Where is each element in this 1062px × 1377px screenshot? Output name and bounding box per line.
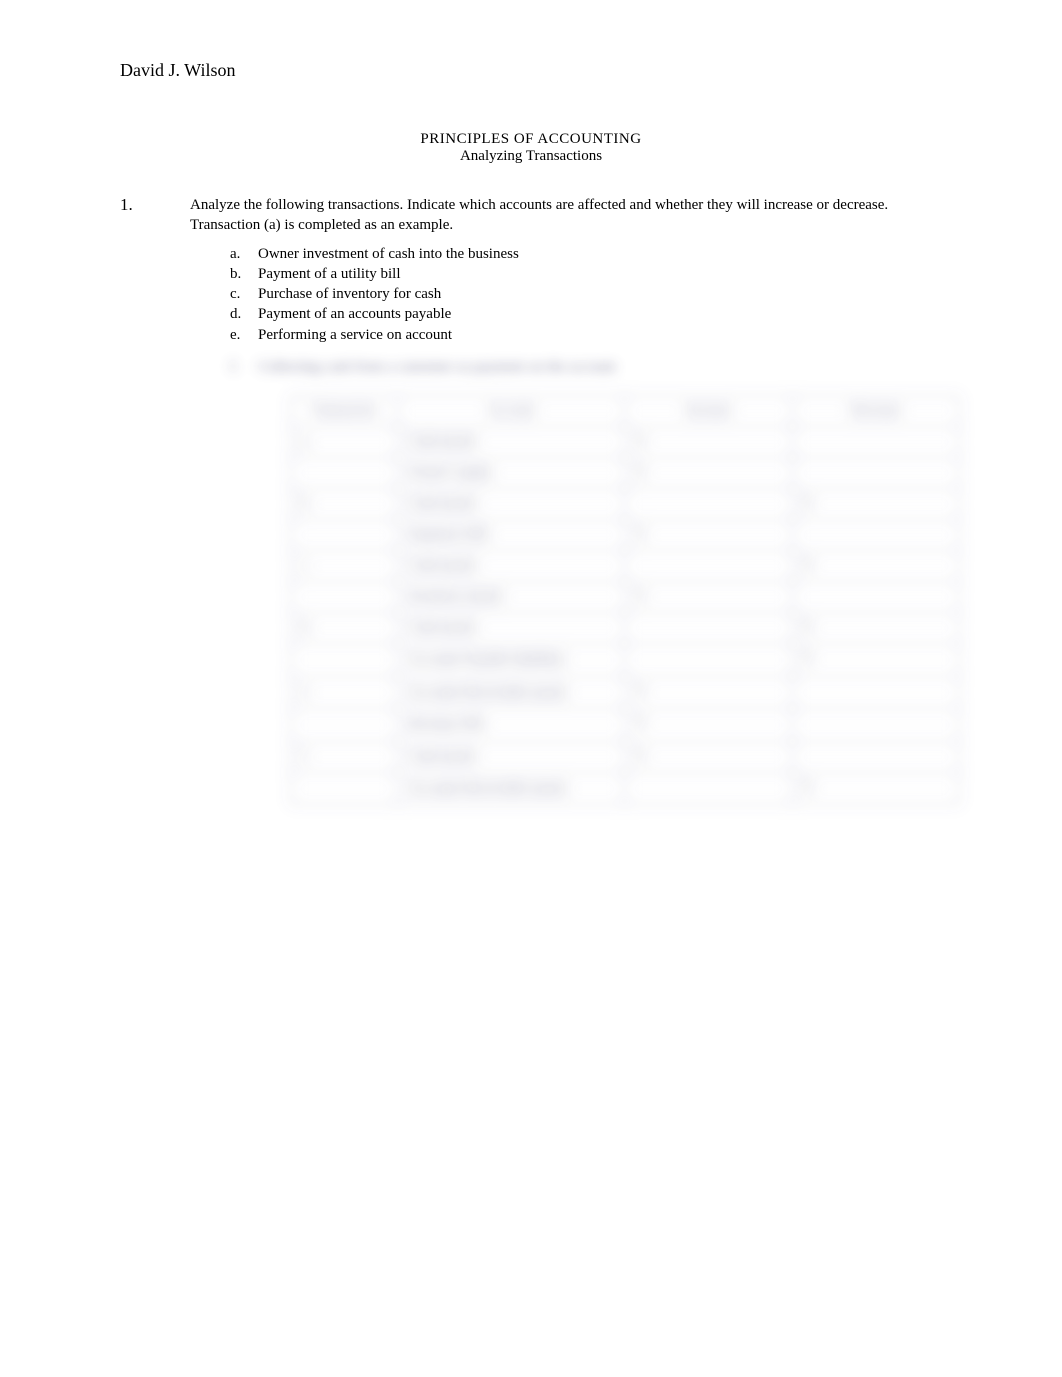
cell-increase: [625, 551, 792, 582]
sub-item-b: b. Payment of a utility bill: [230, 264, 942, 284]
cell-transaction: a.: [291, 427, 398, 458]
sub-item-a: a. Owner investment of cash into the bus…: [230, 244, 942, 264]
col-header-account: Account: [398, 396, 625, 427]
transactions-table-wrap: Transaction Account Increase Decrease a.…: [290, 395, 960, 805]
author-name: David J. Wilson: [120, 60, 942, 81]
sub-item-letter: e.: [230, 325, 258, 345]
cell-transaction: [291, 520, 398, 551]
sub-item-letter: d.: [230, 304, 258, 324]
table-row: f. Cash (asset) X: [291, 741, 960, 772]
sub-item-text: Owner investment of cash into the busine…: [258, 244, 519, 264]
cell-account: Cash (asset): [398, 741, 625, 772]
sub-item-text: Purchase of inventory for cash: [258, 284, 441, 304]
sub-item-f-blurred: f. Collecting cash from a customer as pa…: [230, 357, 942, 377]
table-row: Accounts Receivable (asset) X: [291, 772, 960, 805]
cell-increase: X: [625, 427, 792, 458]
title-line-2: Analyzing Transactions: [120, 148, 942, 165]
table-row: Inventory (asset) X: [291, 582, 960, 613]
cell-increase: [625, 489, 792, 520]
cell-account: Accounts Payable (liability): [398, 644, 625, 677]
cell-increase: X: [625, 676, 792, 709]
cell-decrease: X: [792, 551, 959, 582]
cell-decrease: X: [792, 489, 959, 520]
cell-transaction: d.: [291, 613, 398, 644]
col-header-decrease: Decrease: [792, 396, 959, 427]
table-row: Expenses (NI) X: [291, 520, 960, 551]
cell-decrease: [792, 458, 959, 489]
cell-decrease: [792, 427, 959, 458]
col-header-transaction: Transaction: [291, 396, 398, 427]
cell-account: Cash (asset): [398, 489, 625, 520]
cell-increase: [625, 613, 792, 644]
cell-decrease: [792, 520, 959, 551]
cell-transaction: e.: [291, 676, 398, 709]
cell-transaction: [291, 458, 398, 489]
cell-transaction: [291, 772, 398, 805]
cell-account: Expenses (NI): [398, 520, 625, 551]
document-title-block: PRINCIPLES OF ACCOUNTING Analyzing Trans…: [120, 131, 942, 165]
cell-decrease: X: [792, 644, 959, 677]
cell-account: Accounts Receivable (asset): [398, 676, 625, 709]
sub-item-text: Payment of a utility bill: [258, 264, 401, 284]
cell-account: Owner's equity: [398, 458, 625, 489]
table-row: b. Cash (asset) X: [291, 489, 960, 520]
question-prompt: Analyze the following transactions. Indi…: [190, 195, 942, 236]
cell-account: Inventory (asset): [398, 582, 625, 613]
table-row: Accounts Payable (liability) X: [291, 644, 960, 677]
table-row: Owner's equity X: [291, 458, 960, 489]
cell-decrease: X: [792, 772, 959, 805]
sub-item-text: Performing a service on account: [258, 325, 452, 345]
cell-transaction: [291, 709, 398, 742]
blurred-content-region: f. Collecting cash from a customer as pa…: [230, 357, 942, 805]
sub-item-letter: f.: [230, 357, 258, 377]
question-number: 1.: [120, 195, 190, 236]
cell-increase: X: [625, 741, 792, 772]
cell-transaction: b.: [291, 489, 398, 520]
sub-item-c: c. Purchase of inventory for cash: [230, 284, 942, 304]
col-header-increase: Increase: [625, 396, 792, 427]
table-row: e. Accounts Receivable (asset) X: [291, 676, 960, 709]
cell-account: Cash (asset): [398, 551, 625, 582]
cell-transaction: c.: [291, 551, 398, 582]
cell-account: Cash (asset): [398, 427, 625, 458]
cell-decrease: [792, 676, 959, 709]
cell-increase: X: [625, 458, 792, 489]
cell-transaction: f.: [291, 741, 398, 772]
cell-increase: [625, 772, 792, 805]
sub-item-text: Payment of an accounts payable: [258, 304, 451, 324]
cell-increase: X: [625, 520, 792, 551]
cell-decrease: [792, 709, 959, 742]
sub-item-d: d. Payment of an accounts payable: [230, 304, 942, 324]
cell-transaction: [291, 644, 398, 677]
title-line-1: PRINCIPLES OF ACCOUNTING: [120, 131, 942, 148]
sub-item-text: Collecting cash from a customer as payme…: [258, 357, 616, 377]
cell-decrease: [792, 582, 959, 613]
sub-item-letter: a.: [230, 244, 258, 264]
cell-account: Cash (asset): [398, 613, 625, 644]
table-row: c. Cash (asset) X: [291, 551, 960, 582]
cell-transaction: [291, 582, 398, 613]
cell-account: Accounts Receivable (asset): [398, 772, 625, 805]
sub-item-list: a. Owner investment of cash into the bus…: [230, 244, 942, 345]
table-row: Revenue (NI) X: [291, 709, 960, 742]
table-row: a. Cash (asset) X: [291, 427, 960, 458]
cell-increase: X: [625, 709, 792, 742]
sub-item-e: e. Performing a service on account: [230, 325, 942, 345]
cell-decrease: X: [792, 613, 959, 644]
question-block: 1. Analyze the following transactions. I…: [120, 195, 942, 236]
sub-item-letter: c.: [230, 284, 258, 304]
cell-increase: X: [625, 582, 792, 613]
sub-item-letter: b.: [230, 264, 258, 284]
table-header-row: Transaction Account Increase Decrease: [291, 396, 960, 427]
transactions-table: Transaction Account Increase Decrease a.…: [290, 395, 960, 805]
cell-decrease: [792, 741, 959, 772]
cell-increase: [625, 644, 792, 677]
cell-account: Revenue (NI): [398, 709, 625, 742]
table-row: d. Cash (asset) X: [291, 613, 960, 644]
